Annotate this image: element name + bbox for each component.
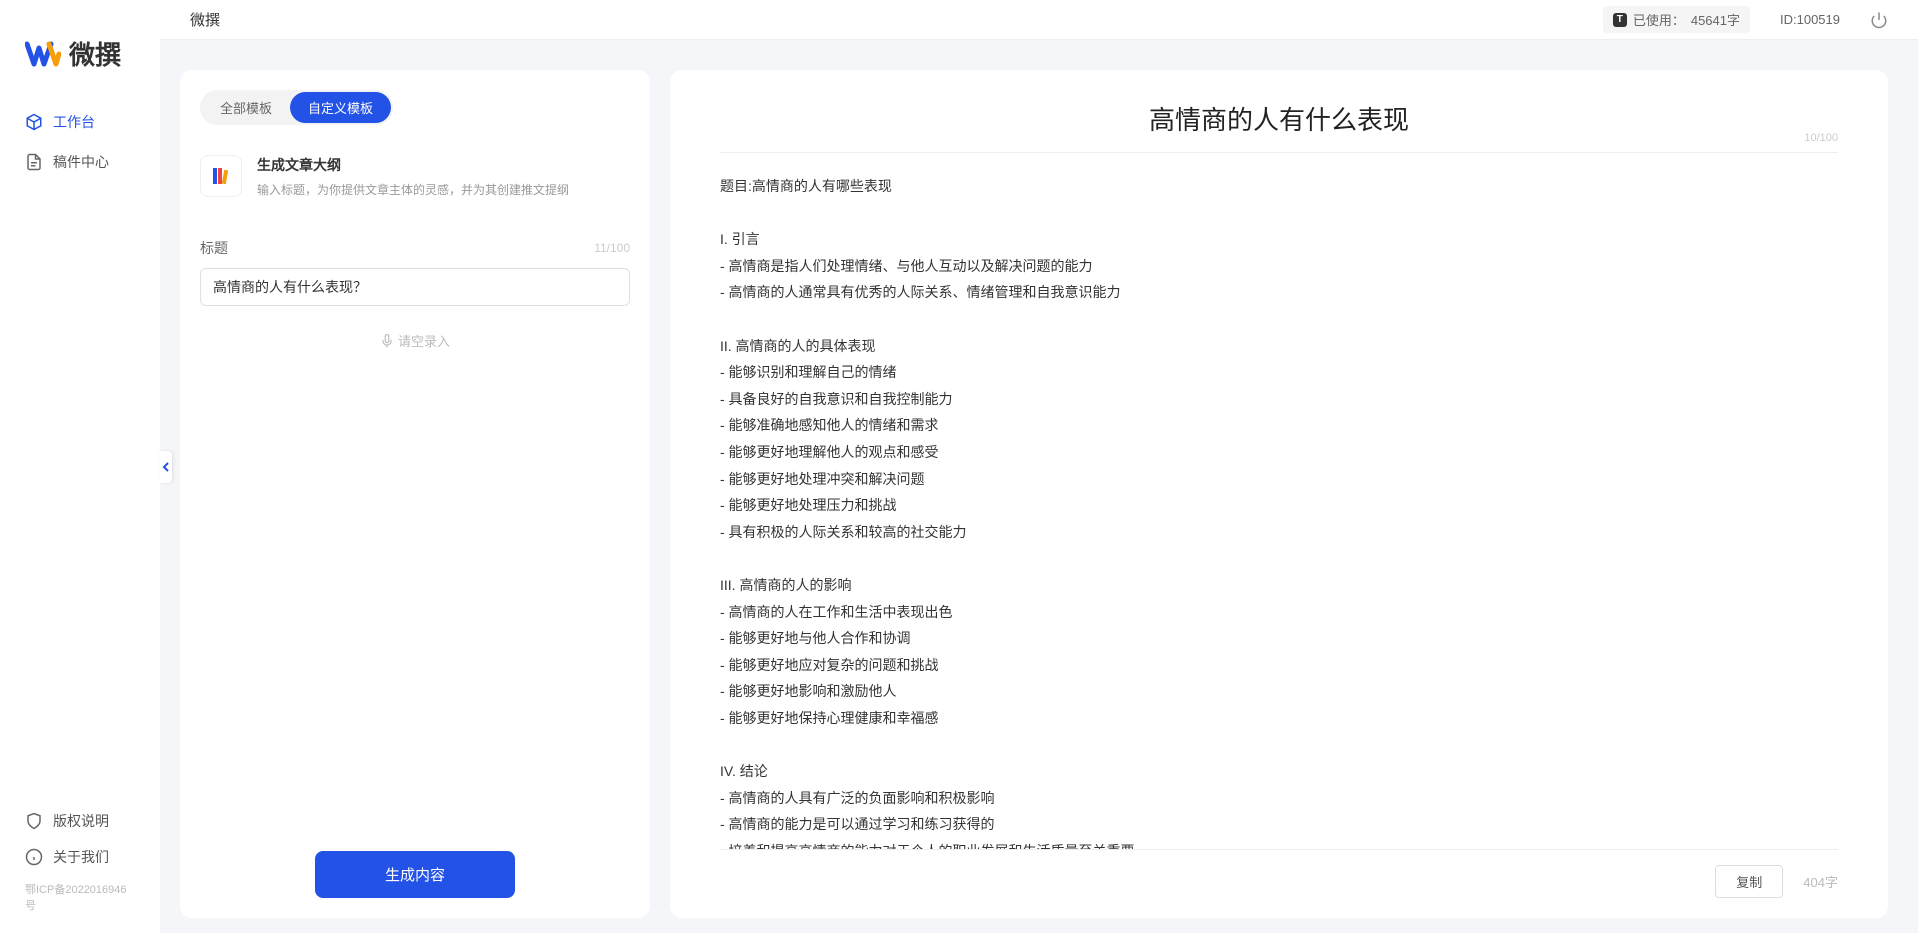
template-card: 生成文章大纲 输入标题，为你提供文章主体的灵感，并为其创建推文提纲 xyxy=(200,145,630,218)
usage-prefix: 已使用： xyxy=(1633,10,1685,29)
result-content[interactable]: 题目:高情商的人有哪些表现 I. 引言 - 高情商是指人们处理情绪、与他人互动以… xyxy=(720,173,1838,849)
sidebar: 微撰 工作台 稿件中心 版权说明 xyxy=(0,0,160,933)
nav-item-label: 稿件中心 xyxy=(53,152,109,172)
copy-button[interactable]: 复制 xyxy=(1715,865,1783,898)
output-panel: 高情商的人有什么表现 10/100 题目:高情商的人有哪些表现 I. 引言 - … xyxy=(670,70,1888,918)
page-title: 微撰 xyxy=(190,9,220,30)
logo-text: 微撰 xyxy=(69,35,121,72)
template-desc: 输入标题，为你提供文章主体的灵感，并为其创建推文提纲 xyxy=(257,181,630,198)
info-icon xyxy=(25,848,43,866)
template-books-icon xyxy=(200,155,242,197)
title-input[interactable] xyxy=(200,268,630,306)
shield-icon xyxy=(25,812,43,830)
nav-item-workspace[interactable]: 工作台 xyxy=(10,102,150,142)
usage-value: 45641字 xyxy=(1691,10,1740,29)
word-count: 404字 xyxy=(1803,872,1838,891)
icp-text: 鄂ICP备2022016946号 xyxy=(10,875,150,913)
result-title: 高情商的人有什么表现 xyxy=(720,100,1838,137)
tab-custom-templates[interactable]: 自定义模板 xyxy=(290,92,391,123)
footer-item-about[interactable]: 关于我们 xyxy=(10,839,150,875)
usage-icon: T xyxy=(1613,13,1627,27)
footer-item-copyright[interactable]: 版权说明 xyxy=(10,803,150,839)
nav-item-docs[interactable]: 稿件中心 xyxy=(10,142,150,182)
topbar: 微撰 T 已使用： 45641字 ID:100519 xyxy=(160,0,1918,40)
template-title: 生成文章大纲 xyxy=(257,155,630,175)
result-title-counter: 10/100 xyxy=(1804,132,1838,144)
logo[interactable]: 微撰 xyxy=(0,0,160,102)
footer-item-label: 关于我们 xyxy=(53,847,109,867)
title-field-label: 标题 xyxy=(200,238,228,258)
template-tab-switcher: 全部模板 自定义模板 xyxy=(200,90,393,125)
user-id: ID:100519 xyxy=(1780,12,1840,27)
generate-button[interactable]: 生成内容 xyxy=(315,851,515,898)
document-icon xyxy=(25,153,43,171)
chevron-left-icon xyxy=(162,461,170,473)
usage-badge[interactable]: T 已使用： 45641字 xyxy=(1603,6,1750,33)
footer-item-label: 版权说明 xyxy=(53,811,109,831)
voice-input-button[interactable]: 请空录入 xyxy=(200,331,630,350)
microphone-icon xyxy=(380,334,394,348)
cube-icon xyxy=(25,113,43,131)
title-field-counter: 11/100 xyxy=(594,241,630,255)
logo-icon xyxy=(25,36,61,72)
power-icon[interactable] xyxy=(1870,11,1888,29)
tab-all-templates[interactable]: 全部模板 xyxy=(202,92,290,123)
nav-item-label: 工作台 xyxy=(53,112,95,132)
collapse-sidebar-button[interactable] xyxy=(160,451,172,483)
input-panel: 全部模板 自定义模板 生成文章大纲 输入标题，为你提供文章主体的灵感，并为其创建… xyxy=(180,70,650,918)
